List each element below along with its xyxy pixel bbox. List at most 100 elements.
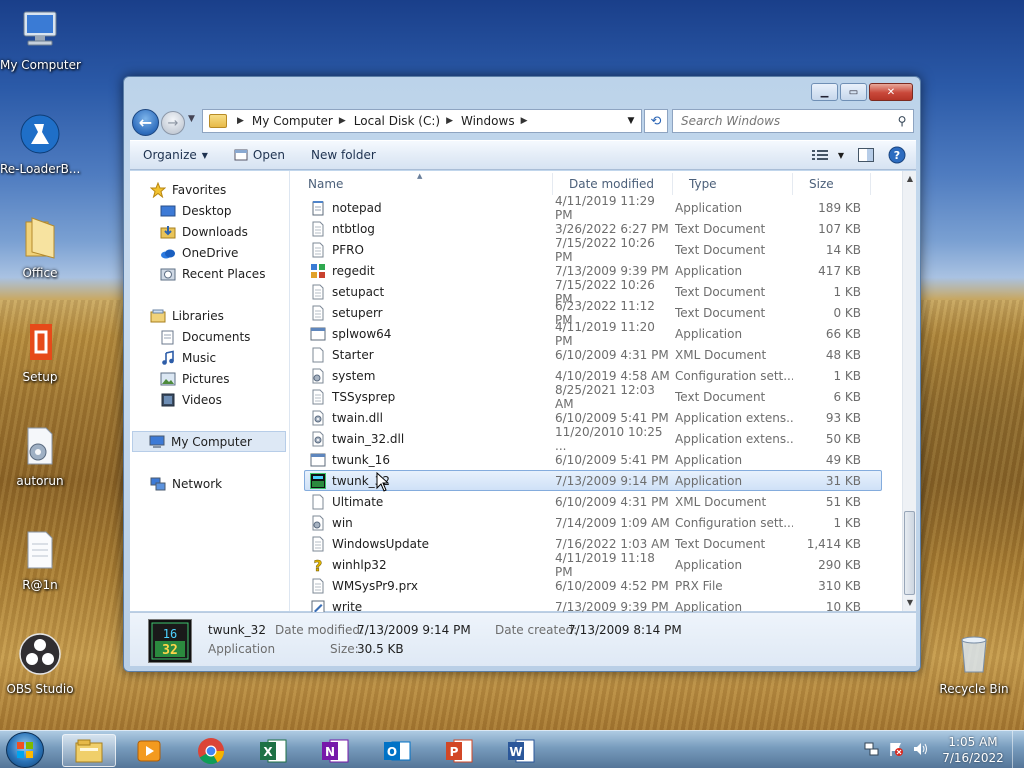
new-folder-button[interactable]: New folder <box>298 148 389 162</box>
preview-pane-button[interactable] <box>858 148 874 162</box>
desktop-icon-setup[interactable]: Setup <box>0 320 80 384</box>
file-row[interactable]: twunk_32 7/13/2009 9:14 PM Application 31 K… <box>304 470 882 491</box>
chevron-down-icon: ▼ <box>201 150 208 160</box>
column-header-type[interactable]: Type <box>673 173 793 195</box>
file-size: 93 KB <box>825 410 861 425</box>
column-header-size[interactable]: Size <box>793 173 871 195</box>
clock-time: 1:05 AM <box>948 735 998 749</box>
nav-desktop[interactable]: Desktop <box>160 200 232 221</box>
details-pane: 16 32 twunk_32 Application Date modified… <box>130 612 916 666</box>
nav-label: Recent Places <box>182 266 266 281</box>
search-input[interactable] <box>673 111 891 131</box>
nav-network[interactable]: Network <box>150 473 222 494</box>
action-center-tray-icon[interactable] <box>888 741 904 760</box>
search-box[interactable]: ⚲ <box>672 109 914 133</box>
document-icon <box>27 531 53 569</box>
vertical-scrollbar[interactable]: ▲ ▼ <box>902 171 916 611</box>
column-header-date[interactable]: Date modified <box>553 173 673 195</box>
minimize-button[interactable]: ▁ <box>811 83 838 101</box>
file-row[interactable]: twain_32.dll 11/20/2010 10:25 ... Applicat… <box>304 425 882 453</box>
file-row[interactable]: TSSysprep 8/25/2021 12:03 AM Text Document… <box>304 383 882 411</box>
file-name-cell: setupact <box>305 284 555 300</box>
network-icon <box>150 477 166 490</box>
file-date: 6/10/2009 4:52 PM <box>555 578 669 593</box>
nav-downloads[interactable]: Downloads <box>160 221 248 242</box>
file-row[interactable]: Ultimate 6/10/2009 4:31 PM XML Document 51 … <box>304 491 882 512</box>
taskbar-onenote[interactable]: N <box>308 734 362 767</box>
column-header-name[interactable]: Name ▲ <box>292 172 553 195</box>
scrollbar-thumb[interactable] <box>904 511 915 595</box>
refresh-button[interactable]: ⟲ <box>644 109 668 133</box>
address-dropdown-button[interactable]: ▼ <box>621 116 641 126</box>
network-tray-icon[interactable] <box>864 741 880 760</box>
recent-pages-button[interactable]: ▼ <box>188 114 195 124</box>
back-button[interactable]: ← <box>132 109 159 136</box>
change-view-button[interactable]: ▼ <box>811 149 844 161</box>
breadcrumb-root-arrow[interactable]: ▶ <box>231 116 252 126</box>
file-row[interactable]: PFRO 7/15/2022 10:26 PM Text Document 14 KB <box>304 236 882 264</box>
desktop-icon-office[interactable]: Office <box>0 216 80 280</box>
file-type: Configuration sett... <box>675 515 793 530</box>
file-name: setupact <box>332 284 385 299</box>
show-desktop-button[interactable] <box>1012 731 1024 769</box>
desktop-icon-recycle-bin[interactable]: Recycle Bin <box>934 632 1014 696</box>
address-bar[interactable]: ▶ My Computer ▶ Local Disk (C:) ▶ Windows ▶… <box>202 109 642 133</box>
taskbar-explorer[interactable] <box>62 734 116 767</box>
command-bar: Organize ▼ Open New folder ▼ ? <box>130 140 916 170</box>
file-row[interactable]: WMSysPr9.prx 6/10/2009 4:52 PM PRX File 310… <box>304 575 882 596</box>
nav-my-computer[interactable]: My Computer <box>132 431 286 452</box>
star-icon <box>150 181 166 198</box>
help-button[interactable]: ? <box>888 146 906 164</box>
nav-favorites[interactable]: Favorites <box>150 179 226 200</box>
breadcrumb-my-computer[interactable]: My Computer ▶ <box>252 114 354 128</box>
taskbar-media-player[interactable] <box>122 734 176 767</box>
file-date: 6/10/2009 5:41 PM <box>555 410 669 425</box>
taskbar-excel[interactable]: X <box>246 734 300 767</box>
nav-libraries[interactable]: Libraries <box>150 305 224 326</box>
file-name-cell: TSSysprep <box>305 389 555 405</box>
clock[interactable]: 1:05 AM 7/16/2022 <box>934 734 1012 766</box>
nav-recent-places[interactable]: Recent Places <box>160 263 265 284</box>
breadcrumb-local-disk[interactable]: Local Disk (C:) ▶ <box>354 114 461 128</box>
open-button[interactable]: Open <box>221 148 298 162</box>
file-row[interactable]: splwow64 4/11/2019 11:20 PM Application 66 … <box>304 320 882 348</box>
file-row[interactable]: Starter 6/10/2009 4:31 PM XML Document 48 K… <box>304 344 882 365</box>
taskbar-word[interactable]: W <box>494 734 548 767</box>
chevron-right-icon: ▶ <box>237 116 244 126</box>
desktop-icon-obs-studio[interactable]: OBS Studio <box>0 632 80 696</box>
start-button[interactable] <box>6 732 44 768</box>
file-name-cell: twain_32.dll <box>305 431 555 447</box>
breadcrumb-windows[interactable]: Windows ▶ <box>461 114 536 128</box>
taskbar-chrome[interactable] <box>184 734 238 767</box>
volume-tray-icon[interactable] <box>912 741 930 760</box>
desktop-icon-r1n[interactable]: R@1n <box>0 528 80 592</box>
scroll-up-button[interactable]: ▲ <box>903 171 917 187</box>
nav-onedrive[interactable]: OneDrive <box>160 242 238 263</box>
desktop-icon-reloader[interactable]: Re-LoaderB... <box>0 112 80 176</box>
nav-label: Desktop <box>182 203 232 218</box>
organize-button[interactable]: Organize ▼ <box>130 148 221 162</box>
column-label: Type <box>689 177 717 191</box>
scroll-down-button[interactable]: ▼ <box>903 595 917 611</box>
file-size: 48 KB <box>825 347 861 362</box>
taskbar: X N O P W 1:05 AM 7/16/2022 <box>0 730 1024 769</box>
file-row[interactable]: notepad 4/11/2019 11:29 PM Application 189 … <box>304 194 882 222</box>
desktop-icon-autorun[interactable]: autorun <box>0 424 80 488</box>
file-row[interactable]: twunk_16 6/10/2009 5:41 PM Application 49 K… <box>304 449 882 470</box>
taskbar-outlook[interactable]: O <box>370 734 424 767</box>
nav-music[interactable]: Music <box>160 347 216 368</box>
maximize-button[interactable]: ▭ <box>840 83 867 101</box>
file-size: 310 KB <box>818 578 861 593</box>
file-row[interactable]: ? winhlp32 4/11/2019 11:18 PM Application 29… <box>304 551 882 579</box>
file-row[interactable]: win 7/14/2009 1:09 AM Configuration sett..… <box>304 512 882 533</box>
close-button[interactable]: ✕ <box>869 83 913 101</box>
desktop-icon-my-computer[interactable]: My Computer <box>0 8 81 72</box>
nav-pictures[interactable]: Pictures <box>160 368 230 389</box>
forward-button[interactable]: → <box>161 111 185 135</box>
downloads-icon <box>160 225 176 238</box>
file-date: 7/14/2009 1:09 AM <box>555 515 670 530</box>
search-icon[interactable]: ⚲ <box>891 114 913 128</box>
nav-videos[interactable]: Videos <box>160 389 222 410</box>
nav-documents[interactable]: Documents <box>160 326 250 347</box>
taskbar-powerpoint[interactable]: P <box>432 734 486 767</box>
